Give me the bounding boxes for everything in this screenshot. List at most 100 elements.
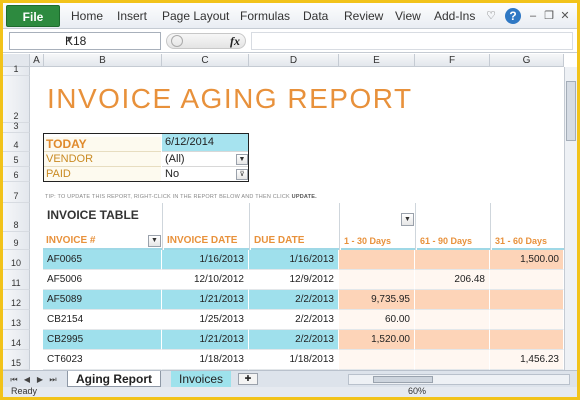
cell-invoice-date[interactable]: 1/21/2013 (162, 330, 249, 350)
cell-31-60-days[interactable] (490, 330, 564, 350)
name-box[interactable]: K18 ▼ (9, 32, 161, 50)
row-header-11[interactable]: 11 (3, 270, 30, 290)
zoom-level[interactable]: 60% (408, 386, 426, 396)
vertical-scroll-thumb[interactable] (566, 81, 576, 141)
cell-due-date[interactable]: 1/16/2013 (249, 250, 339, 270)
chevron-down-icon[interactable]: ▼ (65, 34, 156, 44)
tab-page-layout[interactable]: Page Layout (162, 3, 229, 29)
header-61-90-days[interactable]: 61 - 90 Days (417, 232, 490, 250)
cell-1-30-days[interactable] (339, 250, 415, 270)
window-close-icon[interactable]: ✕ (559, 8, 571, 24)
cell-due-date[interactable]: 12/9/2012 (249, 270, 339, 290)
column-header-d[interactable]: D (249, 54, 339, 67)
cell-31-60-days[interactable] (490, 310, 564, 330)
row-header-1[interactable]: 1 (3, 64, 30, 76)
column-header-e[interactable]: E (339, 54, 415, 67)
cell-invoice-number[interactable]: CB2995 (43, 330, 162, 350)
cell-31-60-days[interactable]: 1,500.00 (490, 250, 564, 270)
first-sheet-icon[interactable]: ⏮ (9, 374, 19, 385)
cell-31-60-days[interactable] (490, 270, 564, 290)
cell-due-date[interactable]: 2/2/2013 (249, 290, 339, 310)
row-header-13[interactable]: 13 (3, 310, 30, 330)
column-header-g[interactable]: G (490, 54, 564, 67)
row-header-6[interactable]: 6 (3, 167, 30, 182)
excel-window: File Home Insert Page Layout Formulas Da… (3, 3, 577, 397)
horizontal-scrollbar[interactable] (348, 374, 570, 385)
column-header-a[interactable]: A (30, 54, 44, 67)
next-sheet-icon[interactable]: ▶ (35, 374, 45, 385)
today-value[interactable]: 6/12/2014 (162, 133, 249, 152)
row-header-4[interactable]: 4 (3, 133, 30, 152)
row-header-12[interactable]: 12 (3, 290, 30, 310)
column-header-b[interactable]: B (44, 54, 162, 67)
formula-input[interactable] (251, 32, 573, 50)
cell-1-30-days[interactable] (339, 270, 415, 290)
tab-formulas[interactable]: Formulas (240, 3, 290, 29)
row-header-5[interactable]: 5 (3, 152, 30, 167)
cell-invoice-number[interactable]: AF5006 (43, 270, 162, 290)
window-minimize-icon[interactable]: – (527, 8, 539, 24)
cell-due-date[interactable]: 1/18/2013 (249, 350, 339, 370)
tab-add-ins[interactable]: Add-Ins (434, 3, 475, 29)
header-due-date[interactable]: DUE DATE (251, 232, 339, 250)
cell-61-90-days[interactable] (415, 250, 490, 270)
insert-function-icon[interactable]: fx (230, 34, 240, 49)
cell-due-date[interactable]: 2/2/2013 (249, 310, 339, 330)
cell-invoice-date[interactable]: 12/10/2012 (162, 270, 249, 290)
cell-1-30-days[interactable] (339, 350, 415, 370)
cell-invoice-number[interactable]: AF0065 (43, 250, 162, 270)
cell-invoice-date[interactable]: 1/25/2013 (162, 310, 249, 330)
cell-due-date[interactable]: 2/2/2013 (249, 330, 339, 350)
horizontal-scroll-thumb[interactable] (373, 376, 433, 383)
cell-1-30-days[interactable]: 1,520.00 (339, 330, 415, 350)
row-header-3[interactable]: 3 (3, 121, 30, 133)
tab-view[interactable]: View (395, 3, 421, 29)
cell-1-30-days[interactable]: 60.00 (339, 310, 415, 330)
row-header-7[interactable]: 7 (3, 182, 30, 203)
cell-invoice-date[interactable]: 1/18/2013 (162, 350, 249, 370)
window-restore-icon[interactable]: ❐ (543, 8, 555, 24)
cell-invoice-number[interactable]: CT6023 (43, 350, 162, 370)
row-header-15[interactable]: 15 (3, 350, 30, 370)
header-invoice-date[interactable]: INVOICE DATE (164, 232, 249, 250)
sheet-tab-aging-report[interactable]: Aging Report (67, 371, 161, 387)
column-header-c[interactable]: C (162, 54, 249, 67)
row-header-10[interactable]: 10 (3, 250, 30, 270)
cell-61-90-days[interactable] (415, 330, 490, 350)
header-31-60-days[interactable]: 31 - 60 Days (492, 232, 564, 250)
cell-31-60-days[interactable]: 1,456.23 (490, 350, 564, 370)
cell-invoice-number[interactable]: AF5089 (43, 290, 162, 310)
cell-61-90-days[interactable]: 206.48 (415, 270, 490, 290)
tab-data[interactable]: Data (303, 3, 328, 29)
cell-61-90-days[interactable] (415, 350, 490, 370)
minimize-ribbon-icon[interactable]: ♡ (485, 8, 497, 24)
vendor-dropdown-icon[interactable]: ▼ (236, 154, 248, 165)
file-tab[interactable]: File (6, 5, 60, 27)
row-header-14[interactable]: 14 (3, 330, 30, 350)
prev-sheet-icon[interactable]: ◀ (22, 374, 32, 385)
tab-insert[interactable]: Insert (117, 3, 147, 29)
table-filter-dropdown-icon[interactable]: ▼ (401, 213, 414, 226)
header-invoice-number[interactable]: INVOICE # (43, 232, 162, 250)
cell-31-60-days[interactable] (490, 290, 564, 310)
tab-review[interactable]: Review (344, 3, 383, 29)
row-header-9[interactable]: 9 (3, 232, 30, 250)
cell-invoice-date[interactable]: 1/21/2013 (162, 290, 249, 310)
help-icon[interactable]: ? (505, 8, 521, 24)
row-header-8[interactable]: 8 (3, 203, 30, 232)
cell-invoice-number[interactable]: CB2154 (43, 310, 162, 330)
vertical-scrollbar[interactable] (564, 67, 577, 370)
cell-61-90-days[interactable] (415, 290, 490, 310)
header-1-30-days[interactable]: 1 - 30 Days (341, 232, 415, 250)
cell-61-90-days[interactable] (415, 310, 490, 330)
cell-invoice-date[interactable]: 1/16/2013 (162, 250, 249, 270)
last-sheet-icon[interactable]: ⏭ (48, 374, 58, 385)
tab-home[interactable]: Home (71, 3, 103, 29)
cell-1-30-days[interactable]: 9,735.95 (339, 290, 415, 310)
invoice-filter-dropdown-icon[interactable]: ▼ (148, 235, 161, 247)
paid-filter-icon[interactable]: ⊽ (236, 169, 248, 180)
row-header-2[interactable]: 2 (3, 76, 30, 123)
column-header-f[interactable]: F (415, 54, 490, 67)
sheet-tab-invoices[interactable]: Invoices (171, 371, 232, 387)
insert-sheet-icon[interactable]: ✚ (238, 373, 258, 385)
